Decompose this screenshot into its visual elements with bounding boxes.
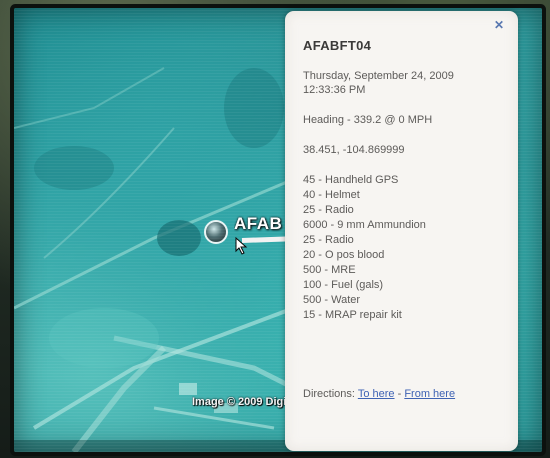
directions-row: Directions: To here - From here [303, 387, 455, 401]
placemark-pin-icon[interactable] [204, 220, 228, 244]
inventory-item: 100 - Fuel (gals) [303, 279, 384, 291]
inventory-item: 25 - Radio [303, 204, 354, 216]
inventory-item: 6000 - 9 mm Ammundion [303, 219, 426, 231]
balloon-coordinates: 38.451, -104.869999 [303, 144, 405, 156]
directions-separator: - [397, 388, 402, 400]
directions-label: Directions: [303, 388, 355, 400]
inventory-item: 25 - Radio [303, 234, 354, 246]
balloon-date: Thursday, September 24, 2009 [303, 70, 454, 82]
info-balloon: ✕ AFABFT04 Thursday, September 24, 2009 … [285, 11, 518, 451]
inventory-list: 45 - Handheld GPS 40 - Helmet 25 - Radio… [303, 173, 504, 323]
inventory-item: 500 - Water [303, 294, 361, 306]
directions-to-here-link[interactable]: To here [358, 388, 395, 400]
balloon-title: AFABFT04 [303, 38, 372, 53]
close-icon[interactable]: ✕ [493, 19, 505, 31]
inventory-item: 500 - MRE [303, 264, 356, 276]
inventory-item: 45 - Handheld GPS [303, 174, 399, 186]
inventory-item: 20 - O pos blood [303, 249, 385, 261]
balloon-time: 12:33:36 PM [303, 84, 366, 96]
balloon-heading: Heading - 339.2 @ 0 MPH [303, 114, 433, 126]
directions-from-here-link[interactable]: From here [404, 388, 455, 400]
inventory-item: 40 - Helmet [303, 189, 360, 201]
inventory-item: 15 - MRAP repair kit [303, 309, 402, 321]
mouse-pointer-icon [235, 237, 248, 255]
